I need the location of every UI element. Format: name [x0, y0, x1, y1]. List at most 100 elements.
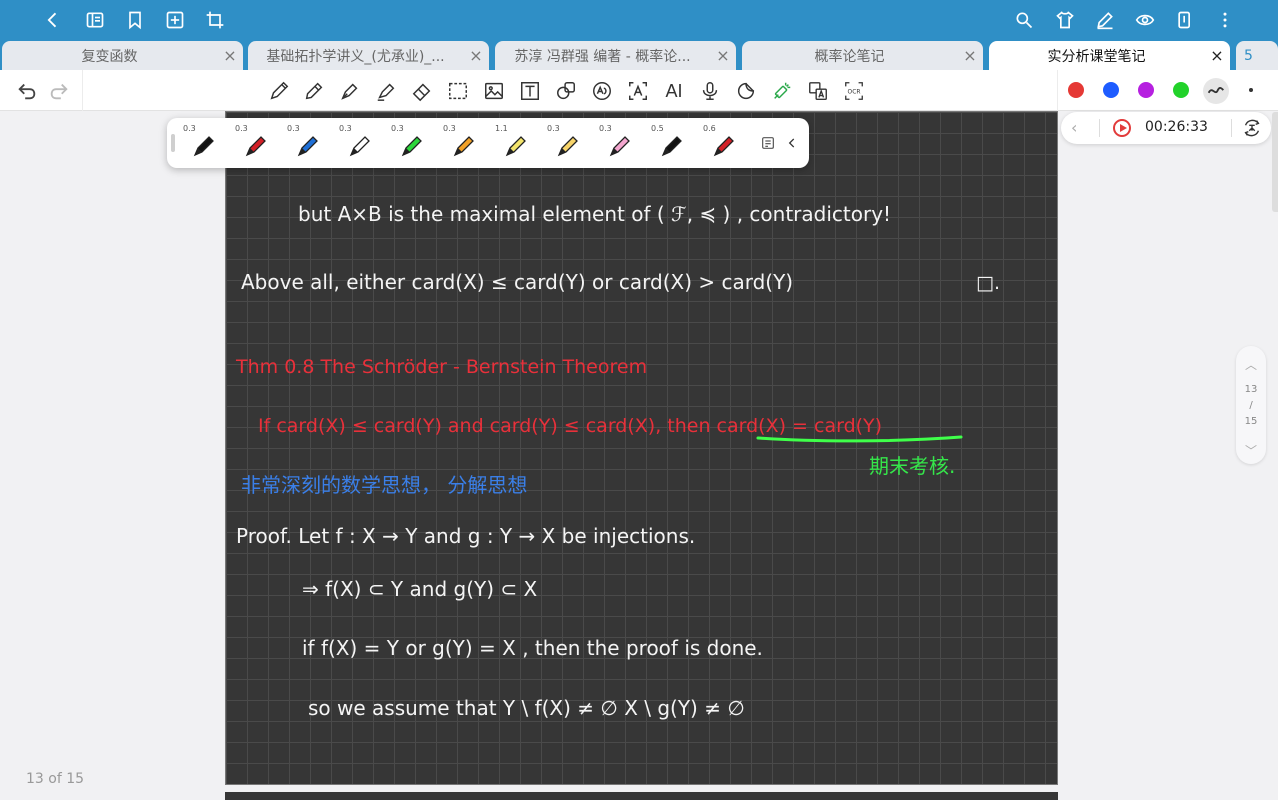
tab-probability-book[interactable]: 苏淳 冯群强 编著 - 概率论... × — [495, 41, 736, 70]
play-icon[interactable] — [1113, 119, 1131, 137]
pen-preset[interactable]: 1.1 — [491, 121, 539, 165]
pen-preset[interactable]: 0.3 — [439, 121, 487, 165]
translate-icon[interactable] — [805, 78, 831, 104]
note-page[interactable]: but A×B is the maximal element of ( ℱ, ≼… — [225, 111, 1058, 785]
search-icon[interactable] — [1012, 8, 1036, 32]
audio-recording-widget: ‹ 00:26:33 — [1061, 112, 1271, 144]
ocr-label: OCR — [848, 88, 861, 95]
tab-label: 苏淳 冯群强 编著 - 概率论... — [514, 48, 691, 65]
phone-mirror-icon[interactable] — [1173, 8, 1197, 32]
more-vertical-icon[interactable] — [1213, 8, 1237, 32]
pen-icon — [557, 136, 578, 157]
add-page-icon[interactable] — [163, 8, 187, 32]
tab-complex-functions[interactable]: 复变函数 × — [2, 41, 243, 70]
proof-line-1: Proof. Let f : X → Y and g : Y → X be in… — [236, 524, 696, 548]
tab-label: 复变函数 — [81, 48, 138, 65]
close-icon[interactable]: × — [217, 46, 243, 65]
tab-topology-notes[interactable]: 基础拓扑学讲义_(尤承业)_... × — [248, 41, 489, 70]
pen-icon — [505, 136, 526, 157]
next-page-preview — [225, 792, 1058, 800]
text-box-icon[interactable] — [517, 78, 543, 104]
transcribe-icon[interactable] — [1241, 117, 1263, 139]
color-swatch-green[interactable] — [1173, 82, 1189, 98]
tab-probability-notes[interactable]: 概率论笔记 × — [742, 41, 983, 70]
eye-view-icon[interactable] — [1133, 8, 1157, 32]
highlighter-icon[interactable] — [373, 78, 399, 104]
drag-handle[interactable] — [171, 134, 175, 152]
pen-icon — [609, 136, 630, 157]
tab-overflow[interactable]: 5 — [1236, 41, 1278, 70]
note-line-contradiction: but A×B is the maximal element of ( ℱ, ≼… — [298, 202, 892, 226]
pen-edit-icon[interactable] — [1093, 8, 1117, 32]
proof-line-2: ⇒ f(X) ⊂ Y and g(Y) ⊂ X — [302, 577, 538, 601]
pen-icon — [193, 136, 214, 157]
chevron-up-icon[interactable]: ︿ — [1245, 356, 1257, 373]
ai-icon[interactable]: AI — [661, 78, 687, 104]
page-counter: 13 of 15 — [26, 771, 85, 787]
text-recognize-icon[interactable] — [625, 78, 651, 104]
page-scroller[interactable]: ︿ 13 / 15 ﹀ — [1236, 346, 1266, 464]
theorem-title: Thm 0.8 The Schröder - Bernstein Theorem — [236, 356, 648, 378]
fountain-pen-icon[interactable] — [337, 78, 363, 104]
pen-preset[interactable]: 0.6 — [699, 121, 747, 165]
tab-label: 基础拓扑学讲义_(尤承业)_... — [266, 48, 445, 65]
proof-line-4: so we assume that Y \ f(X) ≠ ∅ X \ g(Y) … — [308, 696, 745, 720]
pen-preset[interactable]: 0.3 — [595, 121, 643, 165]
pencil-icon[interactable] — [301, 78, 327, 104]
chevron-left-icon[interactable]: ‹ — [1071, 118, 1077, 137]
back-icon[interactable] — [41, 8, 65, 32]
tab-label: 概率论笔记 — [814, 48, 885, 65]
ocr-icon[interactable]: OCR — [841, 78, 867, 104]
toolbar-divider — [82, 70, 83, 111]
shape-icon[interactable] — [553, 78, 579, 104]
divider — [1231, 119, 1232, 137]
pen-preset[interactable]: 0.3 — [179, 121, 227, 165]
close-icon[interactable]: × — [957, 46, 983, 65]
pen-preset[interactable]: 0.3 — [283, 121, 331, 165]
sidebar-panel-icon[interactable] — [83, 8, 107, 32]
eraser-icon[interactable] — [409, 78, 435, 104]
lasso-select-icon[interactable] — [445, 78, 471, 104]
stroke-size-dot[interactable] — [1249, 88, 1253, 92]
pen-icon — [453, 136, 474, 157]
note-line-above-all: Above all, either card(X) ≤ card(Y) or c… — [241, 270, 794, 294]
drawing-toolbar: AI OCR — [0, 70, 1278, 111]
pen-preset[interactable]: 0.3 — [335, 121, 383, 165]
close-icon[interactable]: × — [1204, 46, 1230, 65]
palette-settings-icon[interactable] — [757, 132, 779, 154]
redo-icon[interactable] — [46, 78, 72, 104]
ocr-scan-icon[interactable] — [589, 78, 615, 104]
pen-preset[interactable]: 0.3 — [543, 121, 591, 165]
scroller-total-pages: 15 — [1244, 416, 1258, 427]
undo-icon[interactable] — [14, 78, 40, 104]
color-swatch-blue[interactable] — [1103, 82, 1119, 98]
stroke-style-icon[interactable] — [1203, 78, 1229, 104]
close-icon[interactable]: × — [463, 46, 489, 65]
pen-icon — [661, 136, 682, 157]
pen-icon[interactable] — [266, 78, 292, 104]
close-icon[interactable]: × — [710, 46, 736, 65]
color-swatch-purple[interactable] — [1138, 82, 1154, 98]
pen-preset[interactable]: 0.3 — [231, 121, 279, 165]
pen-icon — [349, 136, 370, 157]
side-panel-handle[interactable] — [1272, 112, 1278, 212]
crop-icon[interactable] — [203, 8, 227, 32]
collapse-chevron-icon[interactable] — [781, 132, 803, 154]
chevron-down-icon[interactable]: ﹀ — [1245, 442, 1257, 459]
sticker-icon[interactable] — [733, 78, 759, 104]
color-swatch-red[interactable] — [1068, 82, 1084, 98]
scroller-slash: / — [1249, 400, 1253, 411]
note-qed: □. — [976, 272, 1000, 294]
shirt-theme-icon[interactable] — [1053, 8, 1077, 32]
laser-pointer-icon[interactable] — [769, 78, 795, 104]
microphone-icon[interactable] — [697, 78, 723, 104]
pen-preset[interactable]: 0.3 — [387, 121, 435, 165]
green-underline — [756, 435, 963, 443]
tab-label: 实分析课堂笔记 — [1047, 48, 1146, 65]
pen-palette: 0.3 0.3 0.3 0.3 0.3 0.3 1.1 0.3 0.3 0.5 0.6 — [167, 118, 809, 168]
pen-icon — [245, 136, 266, 157]
pen-preset[interactable]: 0.5 — [647, 121, 695, 165]
bookmark-icon[interactable] — [123, 8, 147, 32]
tab-real-analysis-notes[interactable]: 实分析课堂笔记 × — [989, 41, 1230, 70]
image-icon[interactable] — [481, 78, 507, 104]
